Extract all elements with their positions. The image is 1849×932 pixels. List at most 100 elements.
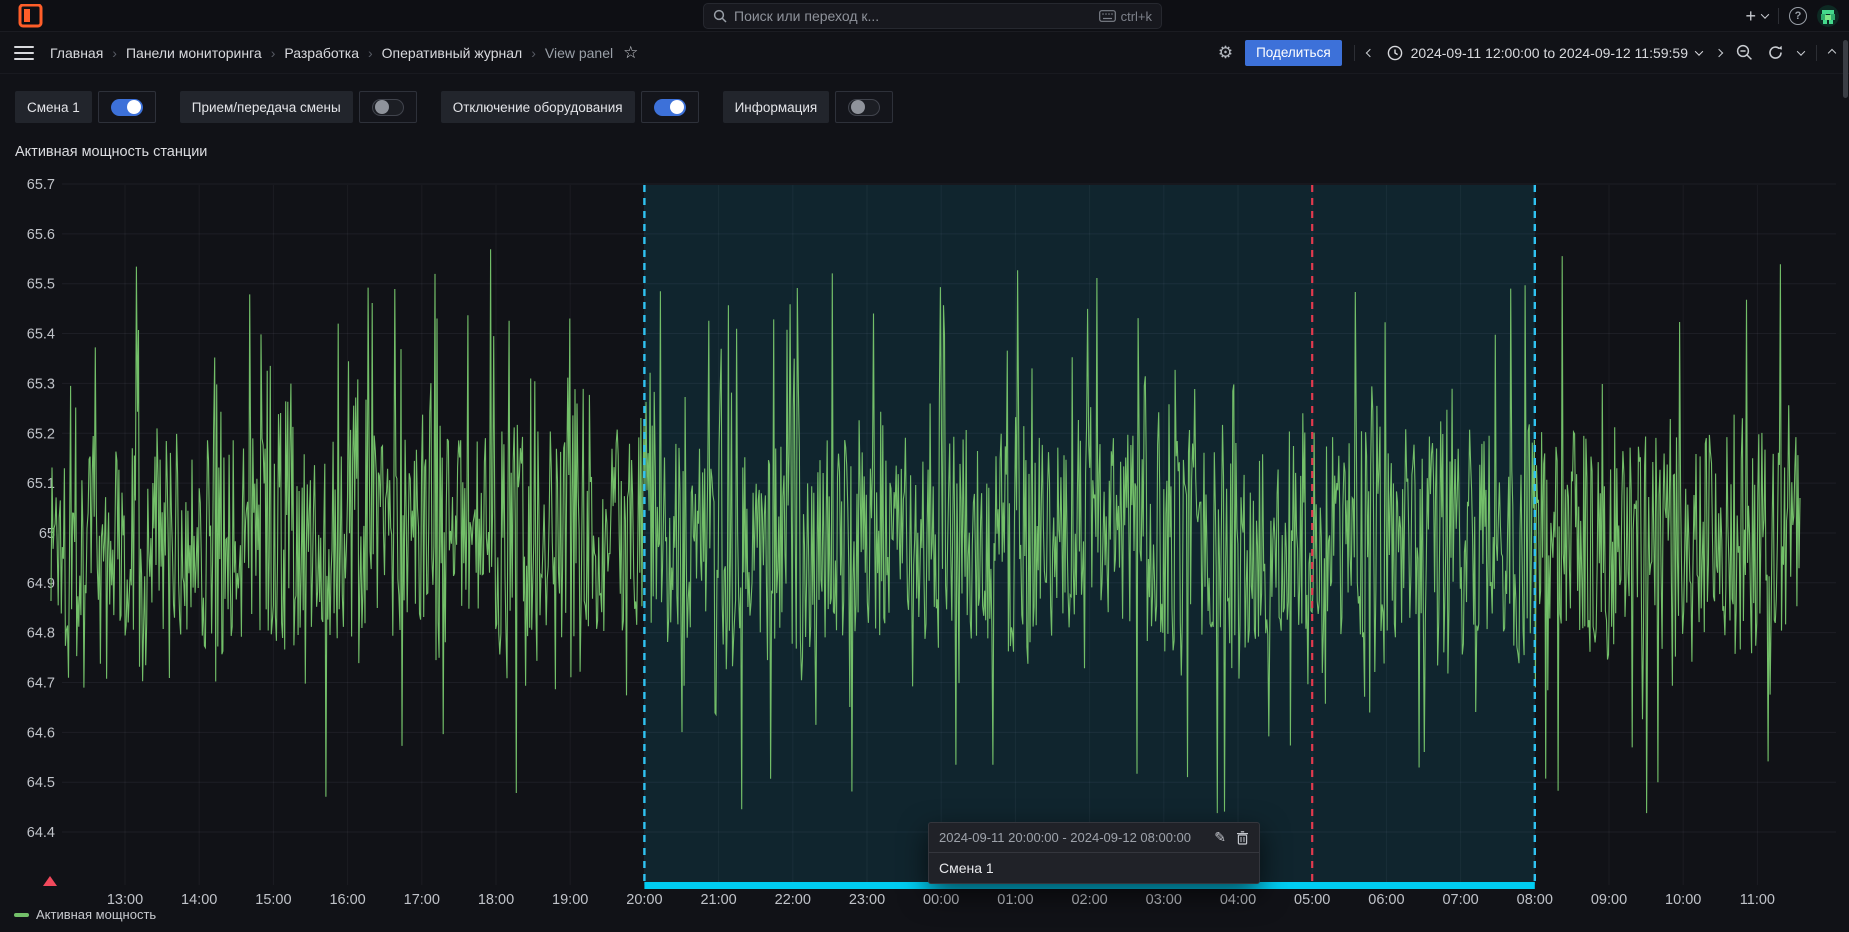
toggle-label-0: Смена 1 <box>15 91 92 123</box>
time-shift-back-button[interactable] <box>1367 50 1373 56</box>
clock-icon <box>1387 45 1403 61</box>
x-axis-tick-label: 07:00 <box>1442 892 1478 908</box>
collapse-panel-button[interactable] <box>1829 50 1835 56</box>
breadcrumb-item-2[interactable]: Разработка <box>284 45 359 61</box>
x-axis-tick-label: 00:00 <box>923 892 959 908</box>
y-axis-tick-label: 64.5 <box>27 775 55 791</box>
y-axis-tick-label: 65.5 <box>27 277 55 293</box>
top-bar: ctrl+k + ? <box>0 0 1849 32</box>
timeseries-chart[interactable]: 65.765.665.565.465.365.265.16564.964.864… <box>0 0 1849 932</box>
y-axis-tick-label: 65.2 <box>27 426 55 442</box>
breadcrumb-item-1[interactable]: Панели мониторинга <box>126 45 262 61</box>
annotation-title: Смена 1 <box>929 852 1259 883</box>
x-axis-tick-label: 03:00 <box>1146 892 1182 908</box>
edit-annotation-icon[interactable]: ✎ <box>1214 829 1226 846</box>
annotation-time-range: 2024-09-11 20:00:00 - 2024-09-12 08:00:0… <box>939 830 1204 845</box>
divider <box>1778 8 1779 24</box>
search-icon <box>713 9 727 23</box>
topbar-actions: + ? <box>1745 0 1839 32</box>
annotation-toggles-row: Смена 1 Прием/передача смены Отключение об… <box>0 74 1849 124</box>
x-axis-tick-label: 04:00 <box>1220 892 1256 908</box>
x-axis-tick-label: 05:00 <box>1294 892 1330 908</box>
help-button[interactable]: ? <box>1789 7 1807 25</box>
search-shortcut: ctrl+k <box>1099 9 1152 24</box>
grafana-logo-icon[interactable] <box>18 4 44 28</box>
refresh-button[interactable] <box>1767 44 1784 61</box>
plus-icon: + <box>1745 6 1756 27</box>
help-icon: ? <box>1795 10 1802 22</box>
x-axis-tick-label: 14:00 <box>181 892 217 908</box>
toggle-label-1: Прием/передача смены <box>180 91 353 123</box>
panel-actions: ⚙ Поделиться 2024-09-11 12:00:00 to 2024… <box>1218 40 1835 66</box>
breadcrumb-separator: › <box>112 45 117 61</box>
y-axis-tick-label: 64.6 <box>27 725 55 741</box>
x-axis-tick-label: 16:00 <box>329 892 365 908</box>
global-search[interactable]: ctrl+k <box>703 3 1162 29</box>
annotation-marker-icon[interactable] <box>43 876 57 886</box>
legend-item[interactable]: Активная мощность <box>14 907 156 922</box>
settings-gear-icon[interactable]: ⚙ <box>1218 43 1233 63</box>
refresh-icon <box>1767 44 1784 61</box>
legend-series-label: Активная мощность <box>36 907 156 922</box>
x-axis-tick-label: 19:00 <box>552 892 588 908</box>
x-axis-tick-label: 23:00 <box>849 892 885 908</box>
search-input[interactable] <box>734 8 1092 24</box>
x-axis-tick-label: 17:00 <box>404 892 440 908</box>
x-axis-tick-label: 18:00 <box>478 892 514 908</box>
time-controls: 2024-09-11 12:00:00 to 2024-09-12 11:59:… <box>1367 44 1804 61</box>
x-axis-tick-label: 20:00 <box>626 892 662 908</box>
y-axis-tick-label: 64.8 <box>27 626 55 642</box>
divider <box>1354 45 1355 61</box>
annotation-toggle-group-0: Смена 1 <box>15 91 156 123</box>
time-shift-forward-button[interactable] <box>1716 50 1722 56</box>
time-range-picker[interactable]: 2024-09-11 12:00:00 to 2024-09-12 11:59:… <box>1387 45 1702 61</box>
toggle-label-2: Отключение оборудования <box>441 91 635 123</box>
add-button[interactable]: + <box>1745 6 1768 27</box>
annotation-tooltip: 2024-09-11 20:00:00 - 2024-09-12 08:00:0… <box>928 822 1260 884</box>
annotation-toggle-group-2: Отключение оборудования <box>441 91 699 123</box>
divider <box>1816 45 1817 61</box>
grafana-app: { "topbar": { "search": { "placeholder":… <box>0 0 1849 932</box>
breadcrumb-item-3[interactable]: Оперативный журнал <box>382 45 523 61</box>
annotation-toggle-group-1: Прием/передача смены <box>180 91 417 123</box>
favorite-star-icon[interactable]: ☆ <box>623 43 638 63</box>
keyboard-icon <box>1099 10 1116 22</box>
y-axis-tick-label: 65.4 <box>27 327 55 343</box>
y-axis-tick-label: 64.7 <box>27 676 55 692</box>
x-axis-tick-label: 09:00 <box>1591 892 1627 908</box>
toggle-switch-1[interactable] <box>359 91 417 123</box>
scrollbar-thumb[interactable] <box>1843 40 1848 98</box>
breadcrumb-item-0[interactable]: Главная <box>50 45 103 61</box>
breadcrumb-current: View panel <box>545 45 613 61</box>
toggle-switch-3[interactable] <box>835 91 893 123</box>
y-axis-tick-label: 65.1 <box>27 476 55 492</box>
breadcrumb-separator: › <box>271 45 276 61</box>
breadcrumb: Главная › Панели мониторинга › Разработка › Оп… <box>50 45 613 61</box>
y-axis-tick-label: 65.7 <box>27 177 55 193</box>
x-axis-tick-label: 06:00 <box>1368 892 1404 908</box>
y-axis-tick-label: 64.4 <box>27 825 55 841</box>
annotation-toggle-group-3: Информация <box>723 91 894 123</box>
share-button[interactable]: Поделиться <box>1245 40 1342 66</box>
x-axis-tick-label: 15:00 <box>255 892 291 908</box>
delete-annotation-icon[interactable] <box>1236 831 1249 845</box>
legend-series-swatch <box>14 913 29 917</box>
toggle-switch-0[interactable] <box>98 91 156 123</box>
panel-title: Активная мощность станции <box>15 144 207 160</box>
x-axis-tick-label: 08:00 <box>1517 892 1553 908</box>
y-axis-tick-label: 65.6 <box>27 227 55 243</box>
x-axis-tick-label: 21:00 <box>700 892 736 908</box>
x-axis-tick-label: 02:00 <box>1071 892 1107 908</box>
menu-toggle-button[interactable] <box>14 46 34 60</box>
breadcrumb-separator: › <box>368 45 373 61</box>
y-axis-tick-label: 65.3 <box>27 376 55 392</box>
zoom-out-icon <box>1736 44 1753 61</box>
x-axis-tick-label: 01:00 <box>997 892 1033 908</box>
nav-bar: Главная › Панели мониторинга › Разработка › Оп… <box>0 32 1849 74</box>
user-avatar[interactable] <box>1817 5 1839 27</box>
toggle-label-3: Информация <box>723 91 830 123</box>
toggle-switch-2[interactable] <box>641 91 699 123</box>
zoom-out-button[interactable] <box>1736 44 1753 61</box>
refresh-interval-dropdown[interactable] <box>1798 50 1804 56</box>
shortcut-label: ctrl+k <box>1121 9 1152 24</box>
